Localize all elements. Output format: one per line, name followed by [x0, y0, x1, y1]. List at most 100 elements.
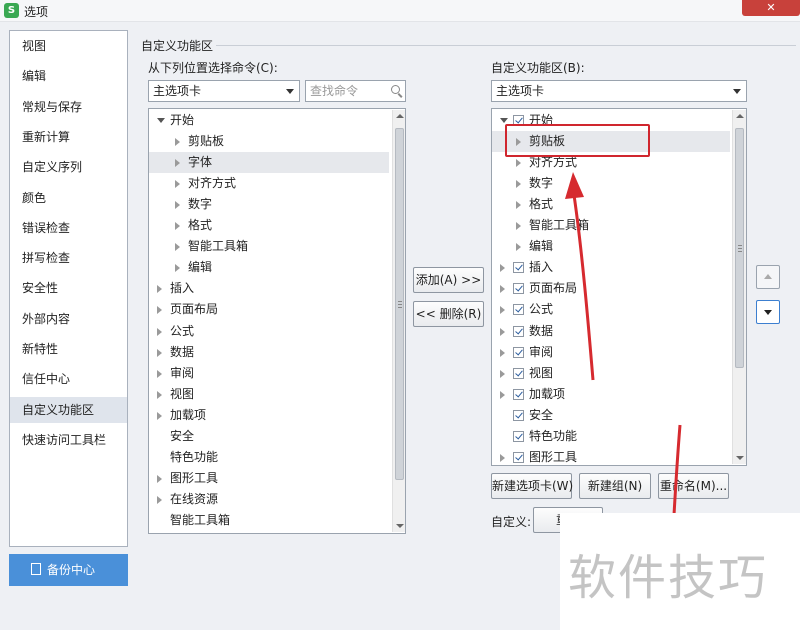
collapsed-icon[interactable] [157, 285, 162, 294]
collapsed-icon[interactable] [157, 474, 162, 483]
checkbox[interactable] [513, 262, 524, 274]
expanded-icon[interactable] [157, 118, 165, 123]
tree-item[interactable]: 审阅 [492, 342, 730, 363]
nav-item[interactable]: 新特性 [10, 336, 127, 362]
collapsed-icon[interactable] [516, 222, 521, 231]
tree-item[interactable]: 字体 [149, 152, 389, 174]
tree-item[interactable]: 审阅 [149, 363, 389, 384]
nav-item[interactable]: 信任中心 [10, 366, 127, 392]
left-list-scroll-thumb[interactable] [395, 128, 404, 480]
collapsed-icon[interactable] [516, 180, 521, 189]
collapsed-icon[interactable] [516, 159, 521, 168]
tree-item[interactable]: 图形工具 [492, 447, 730, 465]
nav-item[interactable]: 安全性 [10, 275, 127, 301]
checkbox[interactable] [513, 430, 524, 442]
commands-source-select[interactable]: 主选项卡 [148, 80, 300, 102]
tree-item[interactable]: 视图 [492, 363, 730, 384]
collapsed-icon[interactable] [500, 285, 505, 294]
left-list-scrollbar[interactable] [392, 110, 405, 532]
collapsed-icon[interactable] [500, 264, 505, 273]
collapsed-icon[interactable] [175, 138, 180, 147]
collapsed-icon[interactable] [175, 243, 180, 252]
tree-item[interactable]: 在线资源 [149, 489, 389, 510]
tree-item[interactable]: 特色功能 [492, 426, 730, 447]
search-commands-input[interactable]: 查找命令 [305, 80, 406, 102]
collapsed-icon[interactable] [175, 180, 180, 189]
collapsed-icon[interactable] [157, 495, 162, 504]
collapsed-icon[interactable] [157, 369, 162, 378]
collapsed-icon[interactable] [157, 306, 162, 315]
nav-item[interactable]: 编辑 [10, 63, 127, 89]
tree-item[interactable]: 页面布局 [492, 278, 730, 299]
tree-item[interactable]: 安全 [492, 405, 730, 426]
ribbon-tabs-list[interactable]: 开始 剪贴板 对齐方式 数字 格式 智能工具箱 编辑 插入 页面布局 公式 数据 审阅 视图 加载项 安全特… [491, 108, 747, 466]
tree-item[interactable]: 开始 [149, 110, 389, 131]
nav-item[interactable]: 常规与保存 [10, 94, 127, 120]
tree-item[interactable]: 剪贴板 [149, 131, 389, 152]
collapsed-icon[interactable] [175, 264, 180, 273]
collapsed-icon[interactable] [157, 348, 162, 357]
checkbox[interactable] [513, 346, 524, 358]
available-commands-list[interactable]: 开始 剪贴板 字体 对齐方式 数字 格式 智能工具箱 编辑 插入 页面布局 公式 数据 审阅 视图 加载项安… [148, 108, 406, 534]
tree-item[interactable]: 加载项 [149, 405, 389, 426]
tree-item[interactable]: 公式 [149, 321, 389, 342]
checkbox[interactable] [513, 388, 524, 400]
new-tab-button[interactable]: 新建选项卡(W) [491, 473, 573, 499]
checkbox[interactable] [513, 325, 524, 337]
checkbox[interactable] [513, 367, 524, 379]
checkbox[interactable] [513, 409, 524, 421]
move-down-button[interactable] [756, 300, 780, 324]
move-up-button[interactable] [756, 265, 780, 289]
tree-item[interactable]: 智能工具箱 [149, 236, 389, 257]
tree-item[interactable]: 公式 [492, 299, 730, 320]
collapsed-icon[interactable] [500, 390, 505, 399]
right-list-scrollbar[interactable] [732, 110, 746, 464]
collapsed-icon[interactable] [516, 243, 521, 252]
remove-button[interactable]: << 删除(R) [413, 301, 484, 327]
collapsed-icon[interactable] [157, 390, 162, 399]
tree-item[interactable]: 编辑 [492, 236, 730, 257]
tree-item[interactable]: 视图 [149, 384, 389, 405]
tree-item[interactable]: 插入 [492, 257, 730, 278]
nav-item[interactable]: 颜色 [10, 185, 127, 211]
nav-item[interactable]: 自定义功能区 [10, 396, 127, 423]
collapsed-icon[interactable] [175, 201, 180, 210]
expanded-icon[interactable] [500, 118, 508, 123]
collapsed-icon[interactable] [516, 201, 521, 210]
nav-item[interactable]: 自定义序列 [10, 154, 127, 180]
nav-item[interactable]: 快速访问工具栏 [10, 427, 127, 453]
tree-item[interactable]: 页面布局 [149, 299, 389, 320]
tree-item[interactable]: 数据 [149, 342, 389, 363]
collapsed-icon[interactable] [500, 306, 505, 315]
tree-item[interactable]: 数字 [149, 194, 389, 215]
collapsed-icon[interactable] [157, 327, 162, 336]
tree-item[interactable]: 插入 [149, 278, 389, 299]
add-button[interactable]: 添加(A) >> [413, 267, 484, 293]
close-button[interactable]: ✕ [742, 0, 800, 16]
tree-item[interactable]: 格式 [149, 215, 389, 236]
nav-item[interactable]: 错误检查 [10, 215, 127, 241]
backup-center-button[interactable]: 备份中心 [9, 554, 128, 586]
tree-item[interactable]: 数据 [492, 321, 730, 342]
tree-item[interactable]: 智能工具箱 [492, 215, 730, 236]
tree-item[interactable]: 图形工具 [149, 468, 389, 489]
collapsed-icon[interactable] [500, 348, 505, 357]
collapsed-icon[interactable] [157, 411, 162, 420]
nav-item[interactable]: 外部内容 [10, 306, 127, 332]
right-list-scroll-thumb[interactable] [735, 128, 744, 368]
rename-button[interactable]: 重命名(M)... [658, 473, 729, 499]
tree-item[interactable]: 编辑 [149, 257, 389, 278]
nav-item[interactable]: 重新计算 [10, 124, 127, 150]
nav-item[interactable]: 视图 [10, 33, 127, 59]
ribbon-tabs-select[interactable]: 主选项卡 [491, 80, 747, 102]
tree-item[interactable]: 特色功能 [149, 447, 389, 468]
nav-item[interactable]: 拼写检查 [10, 245, 127, 271]
collapsed-icon[interactable] [175, 222, 180, 231]
collapsed-icon[interactable] [500, 453, 505, 462]
checkbox[interactable] [513, 283, 524, 295]
tree-item[interactable]: 安全 [149, 426, 389, 447]
tree-item[interactable]: 智能工具箱 [149, 510, 389, 531]
tree-item[interactable]: 数字 [492, 173, 730, 194]
collapsed-icon[interactable] [500, 327, 505, 336]
tree-item[interactable]: 对齐方式 [149, 173, 389, 194]
